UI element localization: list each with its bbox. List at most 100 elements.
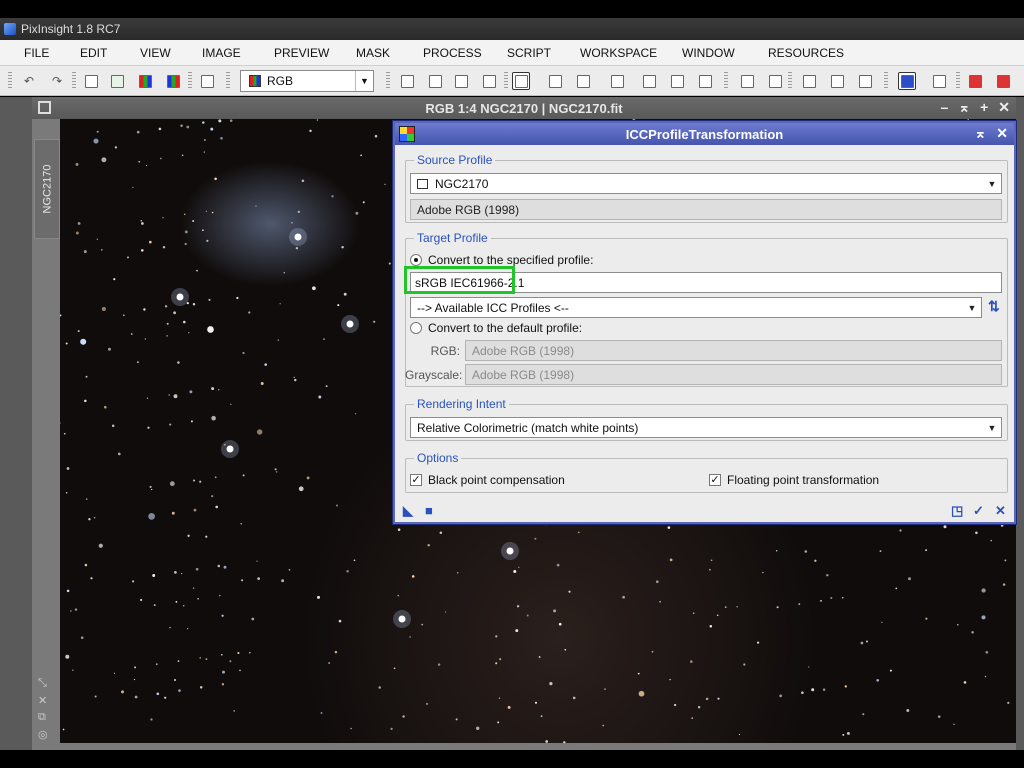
available-profiles-select[interactable]: --> Available ICC Profiles <-- ▼ xyxy=(410,297,982,318)
minimize-icon[interactable]: – xyxy=(941,99,949,116)
radio-unchecked-icon[interactable] xyxy=(410,322,422,334)
star xyxy=(971,631,974,634)
toolbar-grip[interactable] xyxy=(188,72,192,90)
menu-preview[interactable]: PREVIEW xyxy=(274,46,329,60)
zoom-in-icon[interactable] xyxy=(398,72,416,90)
view-selector[interactable]: RGB ▼ xyxy=(240,70,374,92)
transfer-icon[interactable] xyxy=(930,72,948,90)
apply-icon[interactable]: ✓ xyxy=(973,503,984,519)
menu-image[interactable]: IMAGE xyxy=(202,46,241,60)
star xyxy=(808,666,810,668)
crosshair-icon[interactable]: ✕ xyxy=(38,694,48,707)
target-profile-input[interactable]: sRGB IEC61966-2.1 xyxy=(410,272,1002,293)
convert-specified-radio[interactable]: Convert to the specified profile: xyxy=(410,253,593,267)
target-icon[interactable]: ◎ xyxy=(38,728,48,741)
star xyxy=(242,474,245,477)
menu-mask[interactable]: MASK xyxy=(356,46,390,60)
menu-file[interactable]: FILE xyxy=(24,46,49,60)
view-explorer-icon[interactable] xyxy=(82,72,100,90)
chevron-down-icon[interactable]: ▼ xyxy=(355,71,373,91)
close-icon[interactable]: ✕ xyxy=(996,125,1008,142)
extract-channels-icon[interactable] xyxy=(164,72,182,90)
browse-documentation-icon[interactable]: ◳ xyxy=(951,503,963,519)
toolbar-grip[interactable] xyxy=(8,72,12,90)
star xyxy=(637,672,640,675)
mask-show-icon[interactable] xyxy=(738,72,756,90)
star xyxy=(264,363,267,366)
radio-checked-icon[interactable] xyxy=(410,254,422,266)
readout-mode-icon[interactable] xyxy=(512,72,530,90)
fit-view-icon[interactable] xyxy=(480,72,498,90)
star xyxy=(144,338,147,340)
stf-icon[interactable] xyxy=(800,72,818,90)
chevron-down-icon[interactable]: ▼ xyxy=(964,299,980,316)
new-image-icon[interactable] xyxy=(108,72,126,90)
zoom-mode-icon[interactable] xyxy=(546,72,564,90)
dialog-titlebar[interactable]: ICCProfileTransformation ⌅ ✕ xyxy=(395,123,1014,145)
menu-view[interactable]: VIEW xyxy=(140,46,171,60)
preview-store-icon[interactable] xyxy=(696,72,714,90)
toolbar-grip[interactable] xyxy=(788,72,792,90)
channels-icon[interactable] xyxy=(136,72,154,90)
toolbar-grip[interactable] xyxy=(72,72,76,90)
window-menu-icon[interactable] xyxy=(38,101,51,114)
star xyxy=(183,605,185,607)
close-view-icon[interactable] xyxy=(966,72,984,90)
toolbar-grip[interactable] xyxy=(386,72,390,90)
preview-mode-icon[interactable] xyxy=(608,72,626,90)
stf-reset-icon[interactable] xyxy=(828,72,846,90)
copy-icon[interactable]: ⧉ xyxy=(38,711,48,724)
toolbar-grip[interactable] xyxy=(724,72,728,90)
toolbar-grip[interactable] xyxy=(226,72,230,90)
preview-edit-icon[interactable] xyxy=(640,72,658,90)
menu-workspace[interactable]: WORKSPACE xyxy=(580,46,657,60)
image-vertical-tab[interactable]: NGC2170 xyxy=(34,139,60,239)
toolbar-grip[interactable] xyxy=(504,72,508,90)
floating-point-checkbox[interactable]: ✓ Floating point transformation xyxy=(709,473,879,487)
menu-script[interactable]: SCRIPT xyxy=(507,46,551,60)
image-window-titlebar[interactable]: RGB 1:4 NGC2170 | NGC2170.fit – ⌅ + ✕ xyxy=(32,97,1016,119)
rendering-intent-legend: Rendering Intent xyxy=(417,397,506,411)
redo-icon[interactable]: ↷ xyxy=(48,72,66,90)
close-all-icon[interactable] xyxy=(994,72,1012,90)
reset-icon[interactable]: ✕ xyxy=(995,503,1006,519)
add-view-icon[interactable] xyxy=(198,72,216,90)
star xyxy=(437,663,441,666)
screen-monitor-icon[interactable] xyxy=(898,72,916,90)
shade-icon[interactable]: ⌅ xyxy=(958,99,970,116)
source-view-select[interactable]: NGC2170 ▼ xyxy=(410,173,1002,194)
preview-delete-icon[interactable] xyxy=(668,72,686,90)
zoom-1-1-icon[interactable] xyxy=(452,72,470,90)
star xyxy=(155,663,158,666)
shade-icon[interactable]: ⌅ xyxy=(975,125,987,142)
star xyxy=(171,511,175,515)
close-icon[interactable]: ✕ xyxy=(998,99,1010,116)
chevron-down-icon[interactable]: ▼ xyxy=(984,419,1000,436)
black-point-checkbox[interactable]: ✓ Black point compensation xyxy=(410,473,565,487)
fit-icon[interactable]: ⤡ xyxy=(38,677,48,690)
apply-global-icon[interactable]: ■ xyxy=(425,503,433,518)
refresh-icon[interactable]: ⇅ xyxy=(988,298,1000,315)
star xyxy=(925,617,928,620)
stf-auto-icon[interactable] xyxy=(856,72,874,90)
star xyxy=(513,570,517,573)
menu-process[interactable]: PROCESS xyxy=(423,46,482,60)
zoom-out-icon[interactable] xyxy=(426,72,444,90)
maximize-icon[interactable]: + xyxy=(980,99,988,116)
menu-resources[interactable]: RESOURCES xyxy=(768,46,844,60)
toolbar-grip[interactable] xyxy=(884,72,888,90)
star xyxy=(88,518,91,521)
chevron-down-icon[interactable]: ▼ xyxy=(984,175,1000,192)
undo-icon[interactable]: ↶ xyxy=(20,72,38,90)
menu-edit[interactable]: EDIT xyxy=(80,46,107,60)
pan-mode-icon[interactable] xyxy=(574,72,592,90)
new-instance-icon[interactable]: ◣ xyxy=(403,503,413,519)
mask-invert-icon[interactable] xyxy=(766,72,784,90)
star xyxy=(203,151,206,153)
checkmark-icon[interactable]: ✓ xyxy=(709,474,721,486)
rendering-intent-select[interactable]: Relative Colorimetric (match white point… xyxy=(410,417,1002,438)
checkmark-icon[interactable]: ✓ xyxy=(410,474,422,486)
convert-default-radio[interactable]: Convert to the default profile: xyxy=(410,321,582,335)
menu-window[interactable]: WINDOW xyxy=(682,46,735,60)
toolbar-grip[interactable] xyxy=(956,72,960,90)
